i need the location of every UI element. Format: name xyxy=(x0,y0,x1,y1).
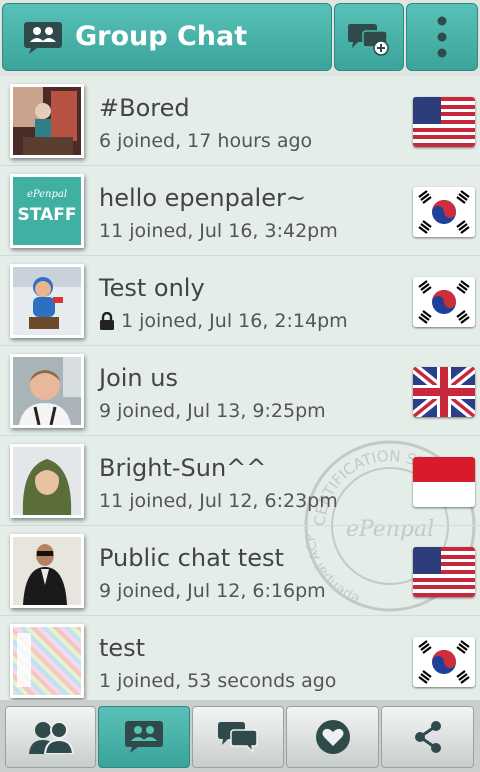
friends-icon xyxy=(28,721,74,754)
share-icon xyxy=(414,721,441,753)
chat-meta-text: 9 joined, Jul 12, 6:16pm xyxy=(99,580,326,602)
messages-icon xyxy=(218,722,258,753)
chat-row[interactable]: Test only 1 joined, Jul 16, 2:14pm xyxy=(0,256,480,346)
avatar xyxy=(10,444,84,518)
kr-flag-icon xyxy=(413,637,475,687)
chat-row[interactable]: Bright-Sun^^ 11 joined, Jul 12, 6:23pm xyxy=(0,436,480,526)
favorites-heart-icon xyxy=(315,720,350,754)
chat-name: #Bored xyxy=(99,94,190,122)
chat-meta: 9 joined, Jul 12, 6:16pm xyxy=(99,580,326,602)
avatar-photo xyxy=(13,537,81,605)
chat-name: test xyxy=(99,634,146,662)
chat-row[interactable]: test 1 joined, 53 seconds ago xyxy=(0,616,480,700)
chat-row[interactable]: Public chat test 9 joined, Jul 12, 6:16p… xyxy=(0,526,480,616)
avatar-pattern xyxy=(17,633,31,687)
avatar xyxy=(10,534,84,608)
group-chat-icon xyxy=(24,22,62,54)
avatar xyxy=(10,84,84,158)
overflow-menu-button[interactable] xyxy=(406,3,478,71)
chat-row[interactable]: Join us 9 joined, Jul 13, 9:25pm xyxy=(0,346,480,436)
chat-name: Bright-Sun^^ xyxy=(99,454,267,482)
avatar-photo xyxy=(13,87,81,155)
avatar: ePenpal STAFF xyxy=(10,174,84,248)
chat-meta: 6 joined, 17 hours ago xyxy=(99,130,312,152)
chat-meta-text: 1 joined, 53 seconds ago xyxy=(99,670,337,692)
chat-list: CERTIFICATION ST epenpal ACP ePenpal #Bo… xyxy=(0,76,480,700)
chat-row[interactable]: ePenpal STAFF hello epenpaler~ 11 joined… xyxy=(0,166,480,256)
us-flag-icon xyxy=(413,97,475,147)
chat-meta-text: 11 joined, Jul 12, 6:23pm xyxy=(99,490,338,512)
chat-name: hello epenpaler~ xyxy=(99,184,306,212)
chat-name: Public chat test xyxy=(99,544,284,572)
bottom-tab-bar xyxy=(0,700,480,772)
lock-icon xyxy=(100,312,114,330)
chat-meta: 1 joined, 53 seconds ago xyxy=(99,670,336,692)
avatar xyxy=(10,264,84,338)
kr-flag-icon xyxy=(413,187,475,237)
chat-meta-text: 9 joined, Jul 13, 9:25pm xyxy=(99,400,326,422)
chat-row[interactable]: #Bored 6 joined, 17 hours ago xyxy=(0,76,480,166)
chat-name: Join us xyxy=(99,364,178,392)
chat-meta-text: 6 joined, 17 hours ago xyxy=(99,130,313,152)
chat-meta: 11 joined, Jul 16, 3:42pm xyxy=(99,220,338,242)
us-flag-icon xyxy=(413,547,475,597)
id-flag-icon xyxy=(413,457,475,507)
chat-meta-text: 1 joined, Jul 16, 2:14pm xyxy=(121,310,348,332)
app-header: Group Chat xyxy=(0,0,480,76)
avatar-staff-text: STAFF xyxy=(17,205,77,225)
avatar-photo xyxy=(13,267,81,335)
chat-meta: 9 joined, Jul 13, 9:25pm xyxy=(99,400,326,422)
avatar xyxy=(10,354,84,428)
chat-name: Test only xyxy=(99,274,205,302)
chat-meta: 11 joined, Jul 12, 6:23pm xyxy=(99,490,338,512)
overflow-menu-icon xyxy=(437,16,447,58)
avatar-photo xyxy=(13,447,81,515)
tab-messages[interactable] xyxy=(192,706,284,768)
avatar-staff-small-text: ePenpal xyxy=(26,189,68,200)
avatar-photo xyxy=(13,357,81,425)
new-chat-icon xyxy=(348,24,389,56)
tab-friends[interactable] xyxy=(5,706,96,768)
new-chat-button[interactable] xyxy=(334,3,404,71)
page-title: Group Chat xyxy=(75,21,248,52)
avatar xyxy=(10,624,84,698)
tab-share[interactable] xyxy=(381,706,474,768)
tab-favorites[interactable] xyxy=(286,706,379,768)
kr-flag-icon xyxy=(413,277,475,327)
chat-meta-text: 11 joined, Jul 16, 3:42pm xyxy=(99,220,338,242)
chat-meta: 1 joined, Jul 16, 2:14pm xyxy=(99,310,348,332)
tab-group-chat[interactable] xyxy=(98,706,190,768)
title-button[interactable]: Group Chat xyxy=(2,3,332,71)
uk-flag-icon xyxy=(413,367,475,417)
group-chat-icon xyxy=(125,721,163,753)
